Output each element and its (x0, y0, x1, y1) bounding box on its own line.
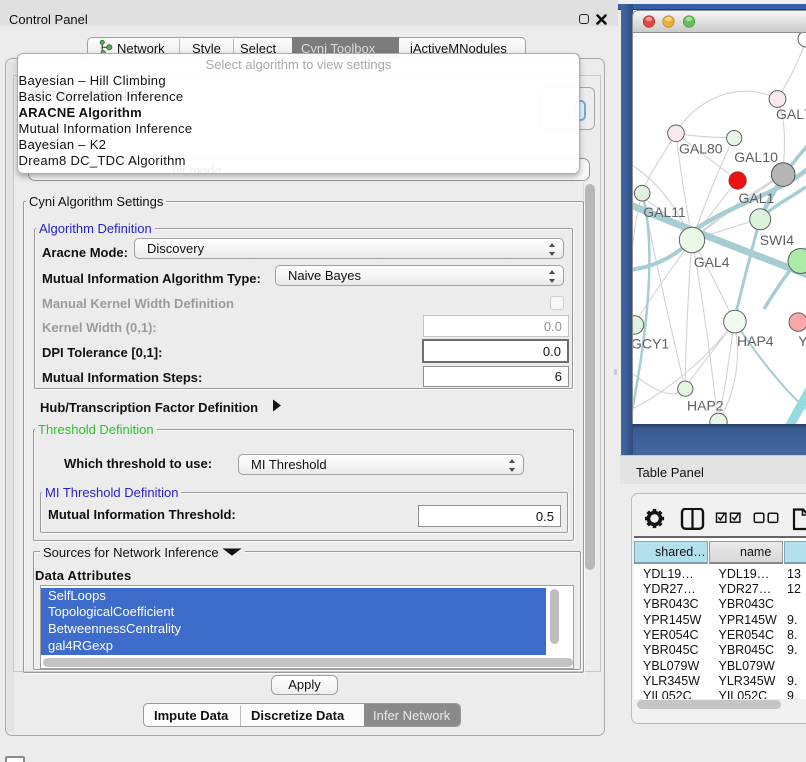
svg-text:HAP4: HAP4 (737, 333, 774, 349)
svg-text:GAL10: GAL10 (734, 149, 778, 165)
svg-text:SWI4: SWI4 (760, 232, 794, 248)
svg-text:Y: Y (798, 333, 806, 349)
svg-text:GAL4: GAL4 (694, 254, 730, 270)
svg-text:GAL7: GAL7 (776, 106, 806, 122)
svg-text:GAL11: GAL11 (643, 204, 686, 220)
svg-text:GAL80: GAL80 (679, 141, 723, 157)
svg-text:GCY1: GCY1 (632, 336, 669, 352)
svg-text:HAP2: HAP2 (687, 398, 724, 414)
svg-text:GAL1: GAL1 (739, 190, 775, 206)
